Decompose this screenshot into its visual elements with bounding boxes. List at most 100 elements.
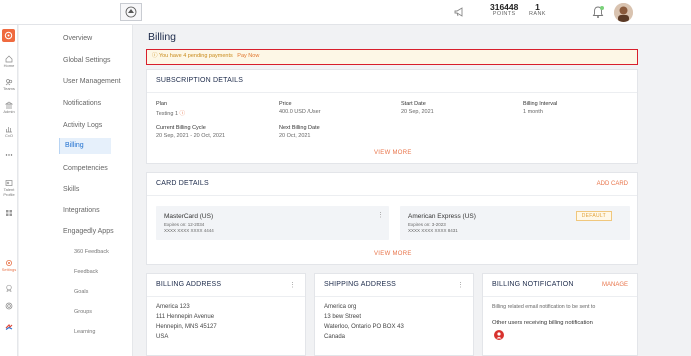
bell-icon[interactable] [591, 5, 605, 19]
rail-admin-label: Admin [3, 109, 15, 114]
brand-icon [5, 323, 13, 330]
app-switcher-button[interactable] [2, 29, 15, 42]
subnav-item-user-management[interactable]: User Management [63, 78, 121, 85]
megaphone-icon[interactable] [453, 6, 465, 18]
teams-icon [5, 79, 13, 86]
subnav-item-competencies[interactable]: Competencies [63, 165, 108, 172]
payment-card-mastercard[interactable]: MasterCard (US) Expires on: 12-2034 XXXX… [156, 206, 389, 240]
points-label: POINTS [492, 10, 516, 17]
warning-icon: ⓘ [152, 53, 158, 59]
subnav-item-integrations[interactable]: Integrations [63, 207, 100, 214]
subnav-item-360-feedback[interactable]: 360 Feedback [74, 249, 109, 255]
subnav-item-notifications[interactable]: Notifications [63, 100, 101, 107]
shipping-address-title: SHIPPING ADDRESS [324, 281, 397, 288]
admin-icon [5, 101, 13, 109]
subnav-item-feedback[interactable]: Feedback [74, 269, 98, 275]
card-menu-icon[interactable]: ⋮ [377, 211, 384, 219]
rail-home-label: Home [3, 63, 15, 68]
info-icon[interactable]: ⓘ [180, 111, 186, 117]
rail-teams[interactable]: Teams [0, 78, 18, 91]
rail-settings[interactable]: Settings [0, 259, 18, 272]
target-icon [5, 302, 13, 310]
billing-interval-label: Billing Interval [523, 101, 558, 107]
divider [147, 92, 637, 93]
shipping-address-menu-icon[interactable]: ⋮ [457, 281, 464, 289]
billing-address-menu-icon[interactable]: ⋮ [289, 281, 296, 289]
rail-cxo-label: CxO [5, 133, 13, 138]
rail-brand[interactable] [0, 323, 18, 331]
address-line: Waterloo, Ontario PO BOX 43 [324, 324, 404, 330]
subnav-item-activity-logs[interactable]: Activity Logs [63, 122, 102, 129]
settings-icon [6, 260, 12, 266]
subscription-title: SUBSCRIPTION DETAILS [156, 77, 244, 84]
address-line: America org [324, 304, 357, 310]
plan-name: Testing 1 [156, 111, 179, 117]
plan-label: Plan [156, 101, 168, 107]
rail-badge[interactable] [0, 284, 18, 292]
start-date-label: Start Date [401, 101, 426, 107]
rail-talent-label: Talent Profile [3, 187, 15, 197]
card-number: XXXX XXXX XXXX 4444 [164, 228, 214, 233]
user-avatar[interactable] [614, 3, 633, 22]
next-billing-label: Next Billing Date [279, 125, 320, 131]
price-label: Price [279, 101, 292, 107]
rank-label: RANK [529, 10, 546, 17]
user-avatar-icon[interactable] [494, 330, 504, 340]
rail-admin[interactable]: Admin [0, 101, 18, 114]
subnav-item-global-settings[interactable]: Global Settings [63, 57, 110, 64]
add-card-button[interactable]: ADD CARD [597, 181, 628, 187]
price-value: 400.0 USD /User [279, 109, 321, 115]
subnav-item-skills[interactable]: Skills [63, 186, 79, 193]
logo-icon [125, 6, 137, 18]
subnav-item-groups[interactable]: Groups [74, 309, 92, 315]
subnav-item-overview[interactable]: Overview [63, 35, 92, 42]
other-users-label: Other users receiving billing notificati… [492, 320, 593, 326]
payment-card-amex[interactable]: American Express (US) Expires on: 3-2023… [400, 206, 630, 240]
address-line: 13 bew Street [324, 314, 362, 320]
points-stat[interactable]: 316448 POINTS [490, 3, 518, 18]
address-line: USA [156, 334, 169, 340]
rail-settings-label: Settings [1, 267, 17, 272]
address-line: America 123 [156, 304, 190, 310]
subnav-item-learning[interactable]: Learning [74, 329, 95, 335]
settings-subnav: Overview Global Settings User Management… [19, 25, 133, 356]
cards-view-more-link[interactable]: VIEW MORE [374, 251, 412, 257]
billing-address-title: BILLING ADDRESS [156, 281, 222, 288]
rail-home[interactable]: Home [0, 55, 18, 68]
rank-stat[interactable]: 1 RANK [529, 3, 546, 18]
default-badge: DEFAULT [575, 211, 612, 221]
start-date-value: 20 Sep, 2021 [401, 109, 434, 115]
card-expiry: Expires on: 12-2034 [164, 222, 205, 227]
alert-text: You have 4 pending payments [158, 53, 233, 59]
shipping-address-card: SHIPPING ADDRESS ⋮ America org 13 bew St… [314, 273, 474, 356]
billing-notification-title: BILLING NOTIFICATION [492, 281, 574, 288]
notification-description: Billing related email notification to be… [492, 304, 596, 310]
card-name: MasterCard (US) [164, 213, 214, 220]
card-expiry: Expires on: 3-2023 [408, 222, 446, 227]
subnav-item-engagedly-apps[interactable]: Engagedly Apps [63, 228, 114, 235]
more-icon [5, 154, 13, 156]
rail-target[interactable] [0, 302, 18, 310]
billing-interval-value: 1 month [523, 109, 543, 115]
rail-grid[interactable] [0, 209, 18, 217]
divider [147, 195, 637, 196]
subnav-item-goals[interactable]: Goals [74, 289, 88, 295]
address-line: 111 Hennepin Avenue [156, 314, 215, 320]
subnav-item-billing[interactable]: Billing [59, 138, 111, 154]
pending-payments-alert: ⓘ You have 4 pending payments Pay Now [146, 49, 638, 65]
divider [147, 296, 305, 297]
billing-cycle-label: Current Billing Cycle [156, 125, 206, 131]
chart-icon [6, 127, 12, 133]
company-logo[interactable] [120, 3, 142, 21]
divider [315, 296, 473, 297]
rail-cxo[interactable]: CxO [0, 125, 18, 138]
rail-more[interactable] [0, 151, 18, 159]
manage-button[interactable]: MANAGE [602, 282, 628, 288]
top-bar: 316448 POINTS 1 RANK [0, 0, 691, 25]
rail-talent-profile[interactable]: Talent Profile [0, 179, 18, 197]
card-name: American Express (US) [408, 213, 476, 220]
pay-now-link[interactable]: Pay Now [237, 53, 259, 59]
billing-address-lines: America 123 111 Hennepin Avenue Hennepin… [156, 302, 217, 342]
subscription-view-more-link[interactable]: VIEW MORE [374, 150, 412, 156]
switcher-icon [4, 31, 13, 40]
